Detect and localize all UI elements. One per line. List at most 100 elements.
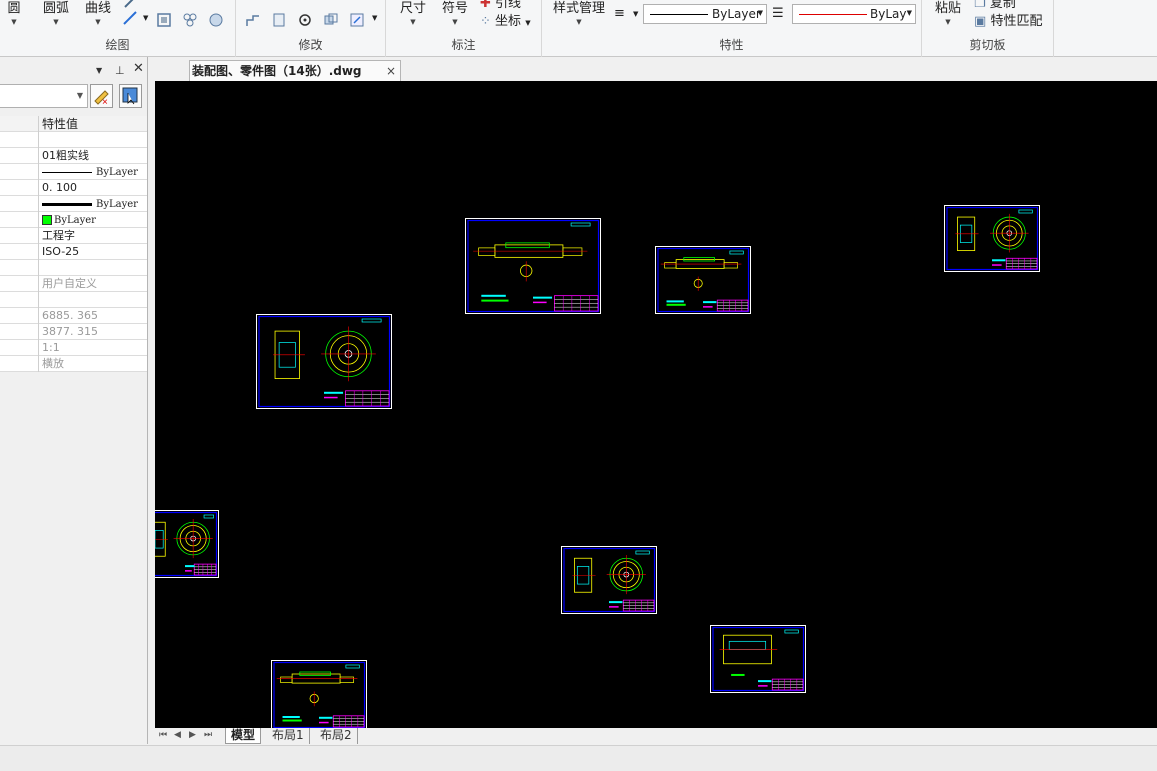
property-row[interactable]: 用户自定义	[0, 276, 147, 292]
last-tab-icon[interactable]: ⏭	[204, 730, 212, 740]
circle-button[interactable]: 圆 ▼	[4, 0, 24, 26]
chevron-down-icon: ▼	[95, 18, 101, 26]
pin-icon[interactable]: ⊥	[115, 64, 125, 77]
tab-layout2[interactable]: 布局2	[315, 728, 358, 744]
property-value[interactable]: ByLayer	[42, 164, 146, 180]
close-icon[interactable]: ✕	[133, 61, 144, 76]
document-tab-title: 装配图、零件图（14张）.dwg	[192, 64, 362, 78]
drawing-sheet-thumbnail[interactable]	[256, 314, 392, 409]
property-value[interactable]: 1:1	[42, 340, 146, 356]
drawing-sheet-thumbnail[interactable]	[271, 660, 367, 728]
property-value[interactable]: 01粗实线	[42, 148, 146, 164]
property-row[interactable]: ByLayer	[0, 212, 147, 228]
status-bar	[0, 745, 1157, 771]
property-value[interactable]: ByLayer	[42, 212, 146, 228]
select-objects-button[interactable]	[119, 84, 142, 108]
property-row[interactable]: 6885. 365	[0, 308, 147, 324]
properties-group: 样式管理 ▼ ≡ ▼ ByLayer ▼ ☰ ByLay ▼ 特性	[542, 0, 922, 57]
property-value[interactable]: 横放	[42, 356, 146, 372]
document-tab[interactable]: 装配图、零件图（14张）.dwg ×	[189, 60, 401, 81]
stretch-icon[interactable]	[245, 12, 261, 28]
arc-button[interactable]: 圆弧 ▼	[40, 0, 72, 26]
dimension-label: 尺寸	[399, 1, 426, 16]
close-icon[interactable]: ×	[386, 61, 396, 81]
property-value-text: 1:1	[42, 341, 60, 354]
paste-button[interactable]: 粘贴 ▼	[932, 0, 964, 26]
property-name	[0, 212, 39, 228]
region-icon[interactable]	[156, 12, 172, 28]
chevron-down-icon[interactable]: ▼	[633, 10, 638, 18]
property-row[interactable]	[0, 292, 147, 308]
object-selector-dropdown[interactable]: ▼	[0, 84, 88, 108]
property-value[interactable]: 工程字	[42, 228, 146, 244]
style-manager-button[interactable]: 样式管理 ▼	[548, 0, 610, 26]
property-row[interactable]: 3877. 315	[0, 324, 147, 340]
property-name	[0, 260, 39, 276]
property-row[interactable]: 工程字	[0, 228, 147, 244]
property-row[interactable]: 01粗实线	[0, 148, 147, 164]
first-tab-icon[interactable]: ⏮	[159, 730, 167, 740]
array-icon[interactable]	[323, 12, 339, 28]
drawing-sheet-thumbnail[interactable]	[465, 218, 601, 314]
circles-icon[interactable]	[182, 12, 198, 28]
property-row[interactable]: 0. 100	[0, 180, 147, 196]
property-value[interactable]	[42, 260, 146, 276]
property-row[interactable]: ByLayer	[0, 196, 147, 212]
edit-icon[interactable]	[349, 12, 365, 28]
match-properties-button[interactable]: ▣ 特性匹配	[974, 10, 1042, 29]
property-row[interactable]	[0, 260, 147, 276]
previous-tab-icon[interactable]: ◀	[174, 730, 181, 740]
property-value[interactable]: ISO-25	[42, 244, 146, 260]
property-value[interactable]: 3877. 315	[42, 324, 146, 340]
drawing-sheet-thumbnail[interactable]	[561, 546, 657, 614]
drawing-sheet-thumbnail[interactable]	[655, 246, 751, 314]
linetype-value: ByLayer	[712, 7, 761, 21]
line-icon[interactable]	[122, 10, 138, 26]
lineweight-icon: ☰	[772, 6, 784, 21]
toggle-pickadd-button[interactable]: ×	[90, 84, 113, 108]
property-row[interactable]	[0, 132, 147, 148]
coordinate-button[interactable]: ⁘ 坐标 ▼	[480, 10, 531, 29]
pencil-icon[interactable]	[122, 0, 138, 10]
properties-group-title: 特性	[719, 38, 744, 52]
linetype-dropdown[interactable]: ByLayer ▼	[643, 4, 767, 24]
chevron-down-icon: ▼	[945, 18, 951, 26]
curve-button[interactable]: 曲线 ▼	[82, 0, 114, 26]
property-value[interactable]: ByLayer	[42, 196, 146, 212]
property-value-header: 特性值	[42, 117, 79, 131]
property-row[interactable]: ISO-25	[0, 244, 147, 260]
tab-layout1[interactable]: 布局1	[267, 728, 310, 744]
color-dropdown[interactable]: ByLay ▼	[792, 4, 916, 24]
chevron-down-icon[interactable]: ▼	[143, 14, 148, 22]
drawing-canvas[interactable]	[155, 81, 1157, 728]
property-value[interactable]	[42, 132, 146, 148]
rotate-icon[interactable]	[297, 12, 313, 28]
property-row[interactable]: 横放	[0, 356, 147, 372]
draw-group-title: 绘图	[105, 38, 130, 52]
modify-group: ▼ 修改	[236, 0, 386, 57]
hatch-icon[interactable]	[208, 12, 224, 28]
property-name	[0, 324, 39, 340]
drawing-sheet-thumbnail[interactable]	[710, 625, 806, 693]
chevron-down-icon: ▼	[11, 18, 17, 26]
tab-model[interactable]: 模型	[225, 728, 262, 744]
chevron-down-icon: ▼	[525, 19, 531, 27]
property-value[interactable]: 用户自定义	[42, 276, 146, 292]
property-row[interactable]: ByLayer	[0, 164, 147, 180]
curve-label: 曲线	[84, 1, 111, 16]
chevron-down-icon[interactable]: ▼	[372, 14, 377, 22]
document-icon[interactable]	[271, 12, 287, 28]
next-tab-icon[interactable]: ▶	[189, 730, 196, 740]
chevron-down-icon[interactable]: ▼	[96, 66, 102, 75]
drawing-sheet-thumbnail[interactable]	[944, 205, 1040, 272]
clipboard-group: 粘贴 ▼ ❐ 复制 ▣ 特性匹配 剪切板	[922, 0, 1054, 57]
linetype-preview	[42, 171, 92, 173]
property-value[interactable]: 0. 100	[42, 180, 146, 196]
symbol-button[interactable]: 符号 ▼	[440, 0, 470, 26]
dimension-button[interactable]: 尺寸 ▼	[398, 0, 428, 26]
drawing-sheet-thumbnail[interactable]	[155, 510, 219, 578]
property-value[interactable]: 6885. 365	[42, 308, 146, 324]
property-value[interactable]	[42, 292, 146, 308]
modify-group-title: 修改	[298, 38, 323, 52]
property-row[interactable]: 1:1	[0, 340, 147, 356]
